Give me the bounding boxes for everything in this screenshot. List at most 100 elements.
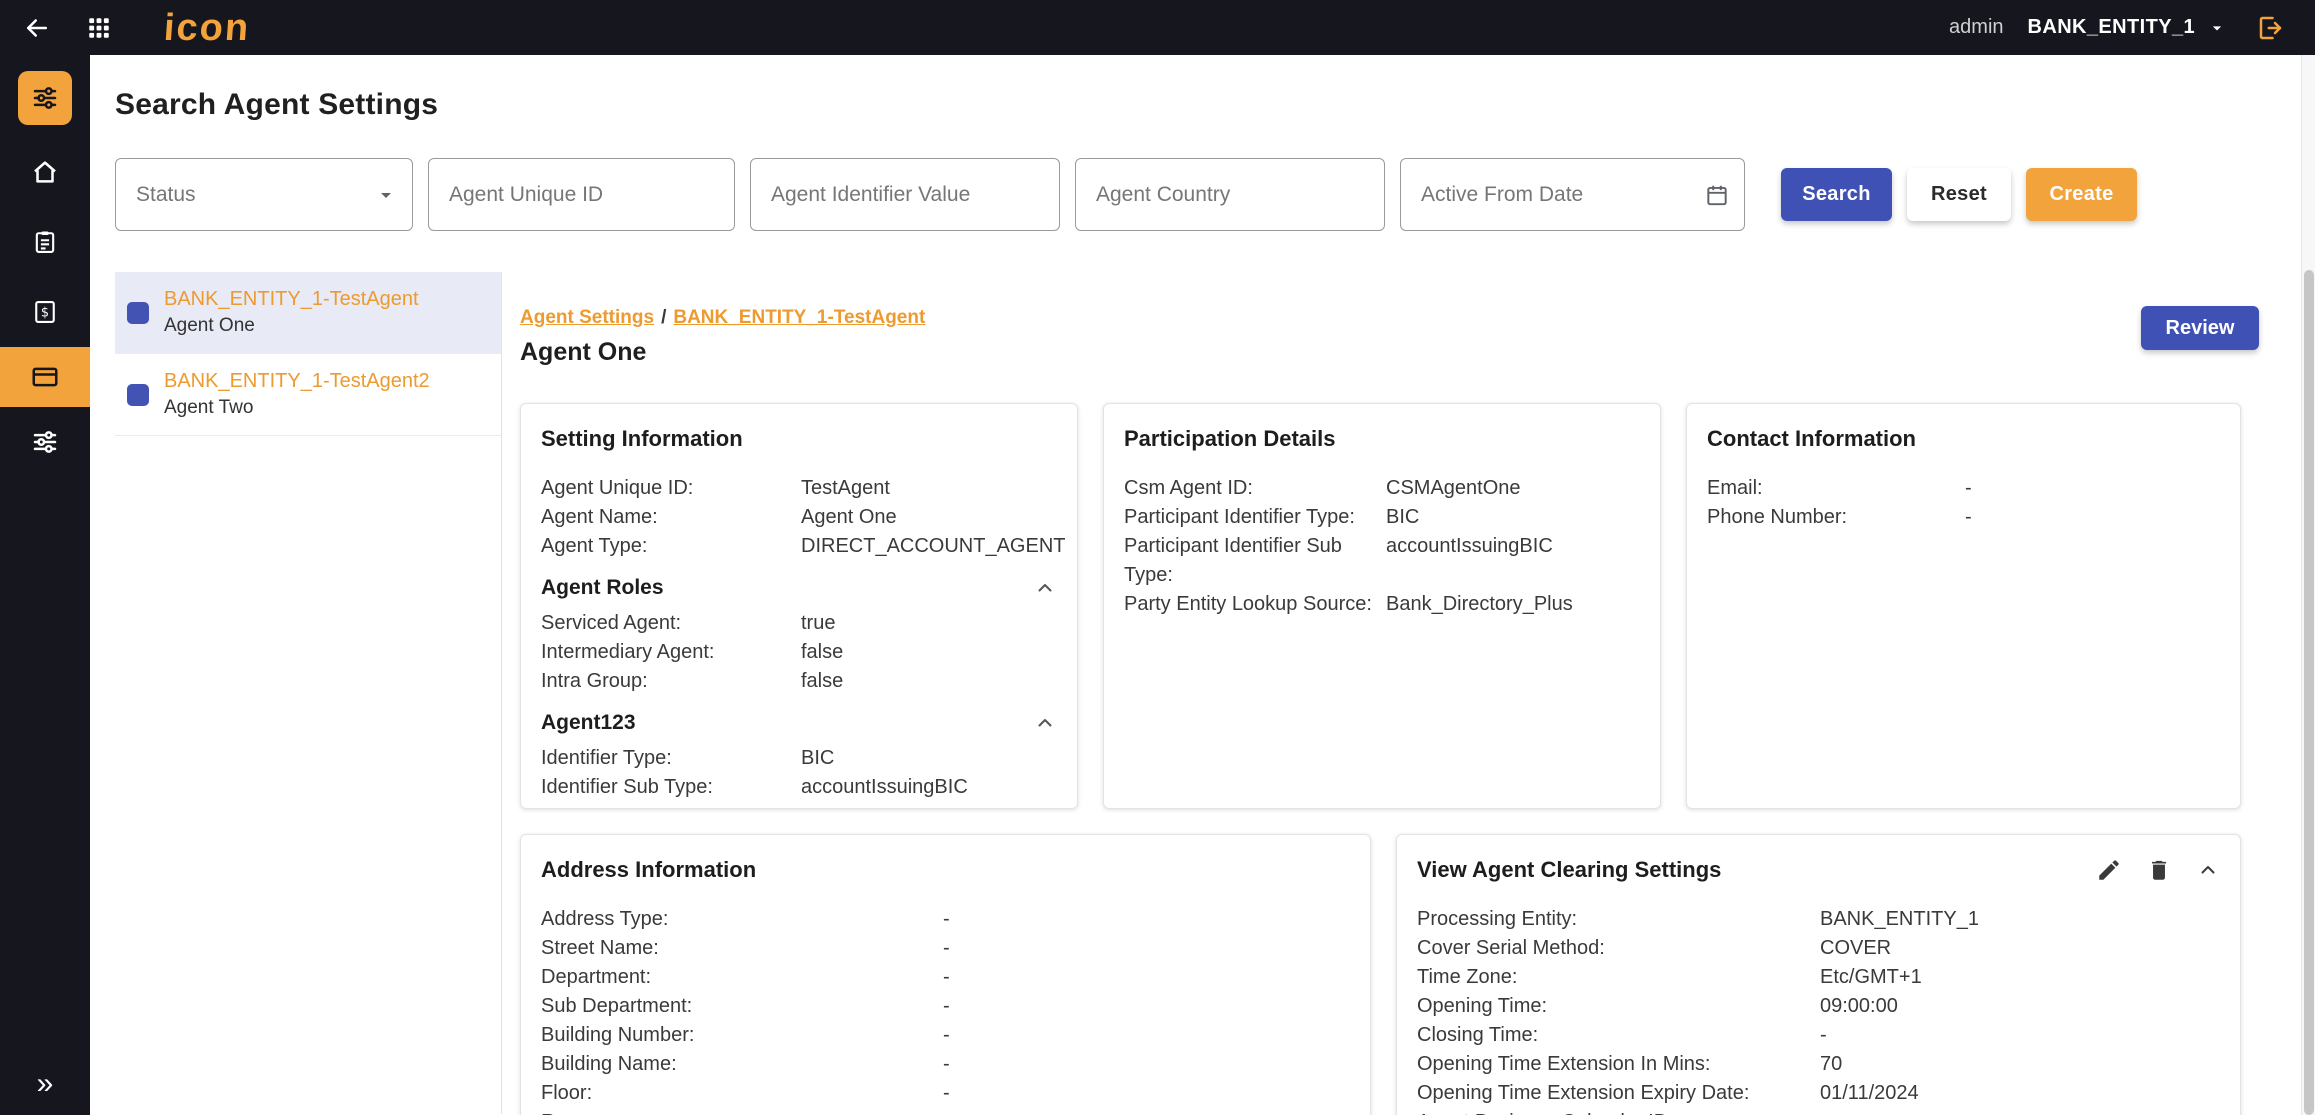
apps-grid-icon: [86, 15, 112, 41]
collapse-agent-roles-button[interactable]: [1033, 576, 1057, 600]
agent-detail-title: Agent One: [520, 338, 925, 367]
breadcrumb-current-link[interactable]: BANK_ENTITY_1-TestAgent: [673, 307, 925, 328]
clearing-card-header: View Agent Clearing Settings: [1417, 857, 2220, 883]
create-button[interactable]: Create: [2026, 168, 2137, 221]
sidebar-expand-button[interactable]: »: [37, 1069, 54, 1099]
field-label: Cover Serial Method:: [1417, 934, 1820, 963]
field-value: DIRECT_ACCOUNT_AGENT: [801, 532, 1065, 561]
sidebar-item-agent-clearing[interactable]: [0, 347, 90, 407]
field-row: Closing Time: -: [1417, 1021, 2220, 1050]
field-label: Csm Agent ID:: [1124, 474, 1386, 503]
agent-detail-panel: Agent Settings/BANK_ENTITY_1-TestAgent A…: [502, 272, 2276, 1114]
logged-in-user: admin: [1949, 16, 2003, 39]
field-row: Building Number: -: [541, 1021, 1350, 1050]
field-label: Serviced Agent:: [541, 609, 801, 638]
field-label: Agent Name:: [541, 503, 801, 532]
field-value: true: [801, 609, 1057, 638]
field-label: Address Type:: [541, 905, 943, 934]
agent-identifier-value-input[interactable]: [750, 158, 1060, 231]
breadcrumb: Agent Settings/BANK_ENTITY_1-TestAgent: [520, 306, 925, 330]
field-value: -: [943, 1079, 1350, 1108]
field-row: Street Name: -: [541, 934, 1350, 963]
field-row: Serviced Agent: true: [541, 609, 1057, 638]
agent-item-id: BANK_ENTITY_1-TestAgent2: [164, 370, 430, 393]
agent-list-item[interactable]: BANK_ENTITY_1-TestAgent Agent One: [115, 272, 501, 354]
back-arrow-icon: [22, 13, 52, 43]
field-row: Agent Business Calendar ID: -: [1417, 1108, 2220, 1115]
field-value: -: [943, 934, 1350, 963]
field-label: Identifier Type:: [541, 744, 801, 773]
field-value: -: [1965, 474, 2220, 503]
active-from-date-field[interactable]: Active From Date: [1400, 158, 1745, 231]
chevron-up-icon: [1033, 711, 1057, 735]
logout-icon: [2255, 13, 2285, 43]
sidebar-item-billing[interactable]: $: [0, 277, 90, 347]
detail-header: Agent Settings/BANK_ENTITY_1-TestAgent A…: [520, 306, 2259, 367]
sidebar-item-agent-settings[interactable]: [18, 71, 72, 125]
agent-result-list: BANK_ENTITY_1-TestAgent Agent One BANK_E…: [115, 272, 502, 1114]
tune-icon: [30, 427, 60, 457]
card-setting-information: Setting Information Agent Unique ID: Tes…: [520, 403, 1078, 809]
cards-row-1: Setting Information Agent Unique ID: Tes…: [520, 403, 2259, 809]
field-label: Street Name:: [541, 934, 943, 963]
scrollbar-thumb[interactable]: [2304, 270, 2314, 1115]
clearing-fields: Processing Entity: BANK_ENTITY_1 Cover S…: [1417, 905, 2220, 1115]
field-label: Opening Time:: [1417, 992, 1820, 1021]
breadcrumb-root-link[interactable]: Agent Settings: [520, 307, 654, 328]
field-label: Opening Time Extension Expiry Date:: [1417, 1079, 1820, 1108]
review-button[interactable]: Review: [2141, 306, 2259, 350]
money-document-icon: $: [31, 298, 59, 326]
sidebar-item-preferences[interactable]: [0, 407, 90, 477]
logout-button[interactable]: [2251, 9, 2289, 47]
delete-clearing-button[interactable]: [2146, 857, 2172, 883]
search-button[interactable]: Search: [1781, 168, 1892, 221]
agent-item-name: Agent Two: [164, 397, 430, 419]
collapse-agent123-button[interactable]: [1033, 711, 1057, 735]
field-value: Agent One: [801, 503, 1057, 532]
field-label: Room:: [541, 1108, 943, 1115]
edit-clearing-button[interactable]: [2096, 857, 2122, 883]
clipboard-icon: [31, 228, 59, 256]
collapse-clearing-button[interactable]: [2196, 858, 2220, 882]
agent-list-item[interactable]: BANK_ENTITY_1-TestAgent2 Agent Two: [115, 354, 501, 436]
field-value: accountIssuingBIC: [801, 773, 1057, 802]
field-row: Identifier Sub Type: accountIssuingBIC: [541, 773, 1057, 802]
apps-menu-button[interactable]: [82, 11, 116, 45]
status-select[interactable]: Status: [115, 158, 413, 231]
reset-button[interactable]: Reset: [1907, 168, 2011, 221]
filter-bar: Status Active From Date Search Reset Cre…: [115, 158, 2301, 231]
agent-country-input[interactable]: [1075, 158, 1385, 231]
card-title: Participation Details: [1124, 426, 1640, 452]
field-row: Opening Time Extension Expiry Date: 01/1…: [1417, 1079, 2220, 1108]
field-label: Phone Number:: [1707, 503, 1965, 532]
agent-unique-id-input[interactable]: [428, 158, 735, 231]
field-row: Processing Entity: BANK_ENTITY_1: [1417, 905, 2220, 934]
agent-item-id: BANK_ENTITY_1-TestAgent: [164, 288, 419, 311]
card-title: Contact Information: [1707, 426, 2220, 452]
entity-selector[interactable]: BANK_ENTITY_1: [2028, 16, 2227, 39]
field-label: Intermediary Agent:: [541, 638, 801, 667]
field-row: Address Type: -: [541, 905, 1350, 934]
page-scrollbar[interactable]: [2301, 55, 2315, 1115]
address-fields: Address Type: - Street Name: - Departmen…: [541, 905, 1350, 1115]
card-title: View Agent Clearing Settings: [1417, 857, 1721, 883]
field-value: BIC: [1386, 503, 1640, 532]
sidebar-item-tasks[interactable]: [0, 207, 90, 277]
field-row: Phone Number: -: [1707, 503, 2220, 532]
card-title: Address Information: [541, 857, 1350, 883]
field-label: Building Number:: [541, 1021, 943, 1050]
field-label: Agent Type:: [541, 532, 801, 561]
sidebar-item-home[interactable]: [0, 137, 90, 207]
sidebar: $ »: [0, 55, 90, 1115]
field-row: Participant Identifier Sub Type: account…: [1124, 532, 1640, 590]
field-label: Sub Department:: [541, 992, 943, 1021]
cards-row-2: Address Information Address Type: - Stre…: [520, 834, 2259, 1115]
field-row: Intra Group: false: [541, 667, 1057, 696]
card-icon: [30, 362, 60, 392]
topbar-right: admin BANK_ENTITY_1: [1949, 9, 2289, 47]
field-label: Participant Identifier Sub Type:: [1124, 532, 1386, 590]
contact-fields: Email: - Phone Number: -: [1707, 474, 2220, 532]
back-button[interactable]: [18, 9, 56, 47]
field-label: Identifier Sub Type:: [541, 773, 801, 802]
field-label: Department:: [541, 963, 943, 992]
